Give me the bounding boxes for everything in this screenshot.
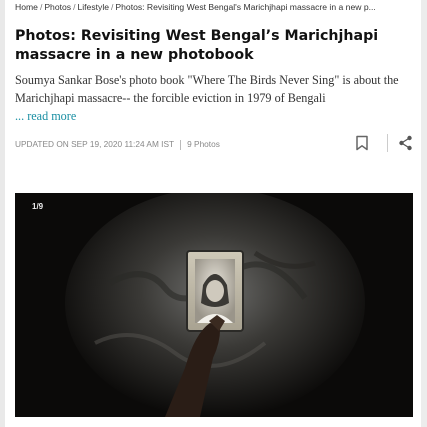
updated-timestamp: UPDATED ON SEP 19, 2020 11:24 AM IST (15, 139, 175, 149)
article-page: Home / Photos / Lifestyle / Photos: Revisiting… (15, 0, 413, 427)
photo-counter: 1/9 (32, 202, 44, 211)
article-summary: Soumya Sankar Bose's photo book "Where T… (15, 73, 399, 105)
breadcrumb-item-home[interactable]: Home (15, 2, 38, 12)
article-headline: Photos: Revisiting West Bengal’s Marichj… (15, 28, 379, 63)
right-scroll-edge (421, 0, 427, 427)
breadcrumb: Home / Photos / Lifestyle / Photos: Revisiting… (15, 1, 413, 13)
breadcrumb-item-lifestyle[interactable]: Lifestyle (77, 2, 109, 12)
toolbar-divider (387, 134, 388, 152)
photo-count: 9 Photos (187, 139, 220, 149)
share-icon[interactable] (398, 135, 413, 151)
meta-divider (180, 139, 182, 150)
bookmark-icon[interactable] (355, 135, 369, 151)
breadcrumb-item-photos[interactable]: Photos (44, 2, 71, 12)
left-page-edge (0, 0, 5, 427)
article-meta: UPDATED ON SEP 19, 2020 11:24 AM IST 9 Ph… (15, 138, 220, 150)
gallery-photo-artwork (15, 193, 413, 417)
gallery-photo[interactable]: 1/9 (15, 193, 413, 417)
breadcrumb-item-current: Photos: Revisiting West Bengal's Marichj… (115, 2, 376, 12)
read-more-link[interactable]: ... read more (15, 109, 76, 123)
